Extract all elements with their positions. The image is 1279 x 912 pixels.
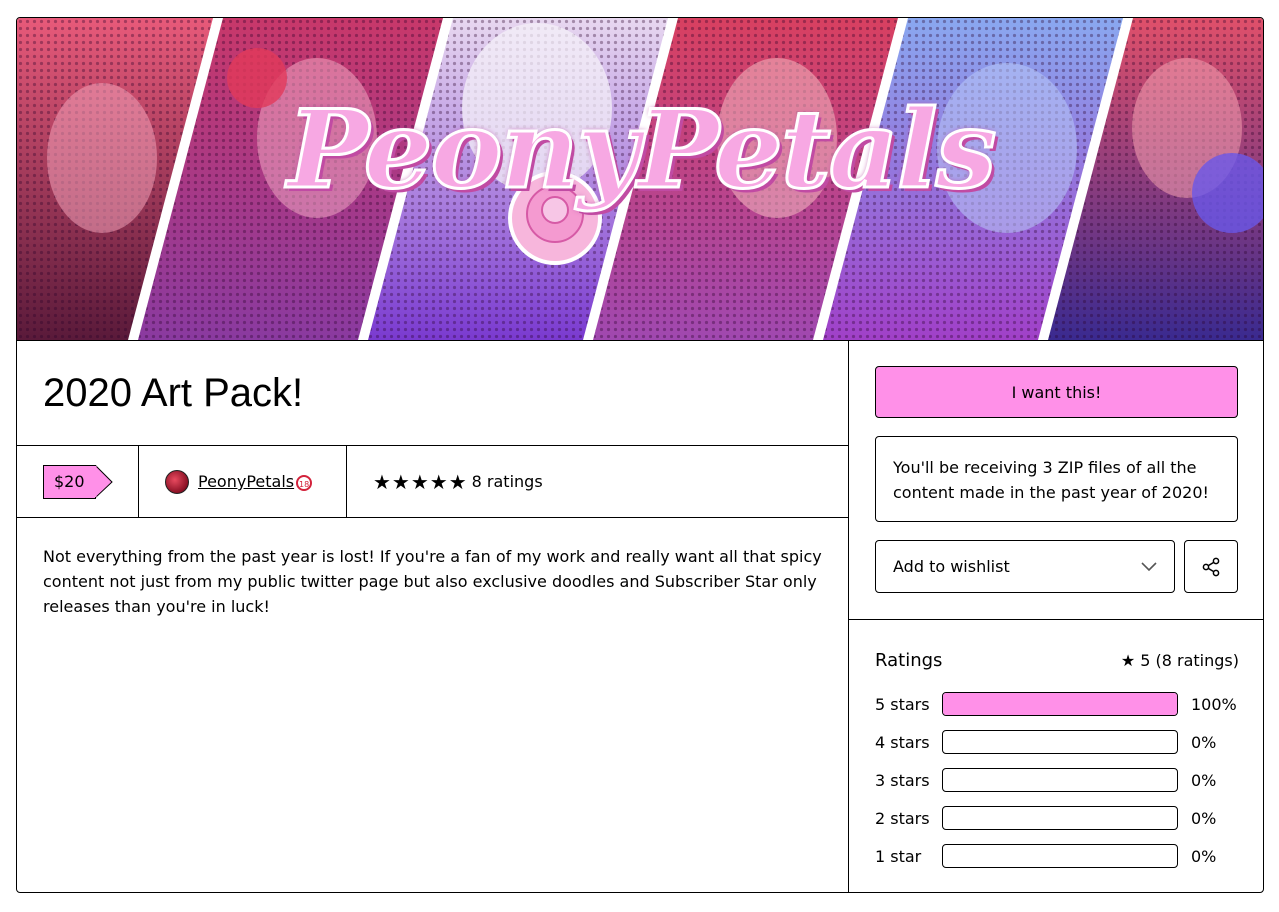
avatar[interactable] bbox=[165, 469, 189, 494]
chevron-down-icon bbox=[1141, 561, 1157, 571]
product-card: PeonyPetals 2020 Art Pack! $20 PeonyPeta… bbox=[16, 17, 1264, 893]
ratings-average-label: 5 (8 ratings) bbox=[1140, 651, 1239, 670]
ratings-header: Ratings ★ 5 (8 ratings) bbox=[875, 650, 1239, 671]
rating-row: 3 stars 0% bbox=[875, 761, 1239, 799]
rating-row-label: 1 star bbox=[875, 846, 922, 866]
rating-row-label: 3 stars bbox=[875, 770, 930, 790]
add-to-wishlist-select[interactable]: Add to wishlist bbox=[875, 540, 1175, 593]
purchase-sidebar: I want this! You'll be receiving 3 ZIP f… bbox=[849, 340, 1263, 892]
product-meta-row: $20 PeonyPetals 18 ★★★★★ 8 ratings bbox=[17, 446, 848, 518]
rating-row-percent: 0% bbox=[1191, 808, 1217, 828]
cover-banner: PeonyPetals bbox=[17, 18, 1263, 341]
rating-bar bbox=[942, 844, 1178, 868]
rating-row-label: 2 stars bbox=[875, 808, 930, 828]
ratings-section: Ratings ★ 5 (8 ratings) 5 stars 100% 4 s… bbox=[849, 620, 1263, 875]
rating-row-label: 4 stars bbox=[875, 732, 930, 752]
wishlist-label: Add to wishlist bbox=[893, 557, 1010, 576]
rating-row: 4 stars 0% bbox=[875, 723, 1239, 761]
share-icon bbox=[1202, 557, 1220, 576]
share-button[interactable] bbox=[1184, 540, 1238, 593]
product-summary: You'll be receiving 3 ZIP files of all t… bbox=[875, 436, 1238, 522]
ratings-heading: Ratings bbox=[875, 650, 943, 671]
product-title: 2020 Art Pack! bbox=[17, 340, 848, 446]
product-description: Not everything from the past year is los… bbox=[43, 547, 822, 616]
cover-logo-text: PeonyPetals bbox=[286, 87, 998, 213]
price-cell: $20 bbox=[17, 446, 139, 517]
rating-row-percent: 0% bbox=[1191, 770, 1217, 790]
ratings-average: ★ 5 (8 ratings) bbox=[1121, 651, 1239, 670]
five-stars-icon: ★★★★★ bbox=[373, 469, 468, 494]
creator-name: PeonyPetals bbox=[198, 472, 295, 491]
rating-bar bbox=[942, 692, 1178, 716]
rating-bar bbox=[942, 730, 1178, 754]
rating-row: 1 star 0% bbox=[875, 837, 1239, 875]
rating-row: 2 stars 0% bbox=[875, 799, 1239, 837]
rating-count: 8 ratings bbox=[471, 472, 543, 491]
purchase-box: I want this! You'll be receiving 3 ZIP f… bbox=[849, 340, 1263, 620]
rating-row-label: 5 stars bbox=[875, 694, 930, 714]
rating-bar bbox=[942, 806, 1178, 830]
rating-row-percent: 0% bbox=[1191, 732, 1217, 752]
creator-link[interactable]: PeonyPetals 18 bbox=[198, 472, 313, 491]
price-badge: $20 bbox=[43, 464, 113, 499]
star-icon: ★ bbox=[1120, 651, 1136, 670]
rating-row: 5 stars 100% bbox=[875, 685, 1239, 723]
rating-row-percent: 100% bbox=[1191, 694, 1237, 714]
adult-badge-icon: 18 bbox=[296, 475, 313, 491]
rating-summary: ★★★★★ 8 ratings bbox=[347, 446, 543, 517]
rating-row-percent: 0% bbox=[1191, 846, 1217, 866]
wishlist-row: Add to wishlist bbox=[875, 540, 1239, 593]
product-main: 2020 Art Pack! $20 PeonyPetals18 ★★★★★ bbox=[17, 340, 849, 892]
want-this-button[interactable]: I want this! bbox=[875, 366, 1238, 418]
rating-bar-fill bbox=[943, 693, 1177, 715]
rating-bar bbox=[942, 768, 1178, 792]
price-label: $20 bbox=[54, 471, 85, 491]
price-tag-icon bbox=[94, 464, 113, 499]
creator-cell: PeonyPetals 18 bbox=[139, 446, 347, 517]
